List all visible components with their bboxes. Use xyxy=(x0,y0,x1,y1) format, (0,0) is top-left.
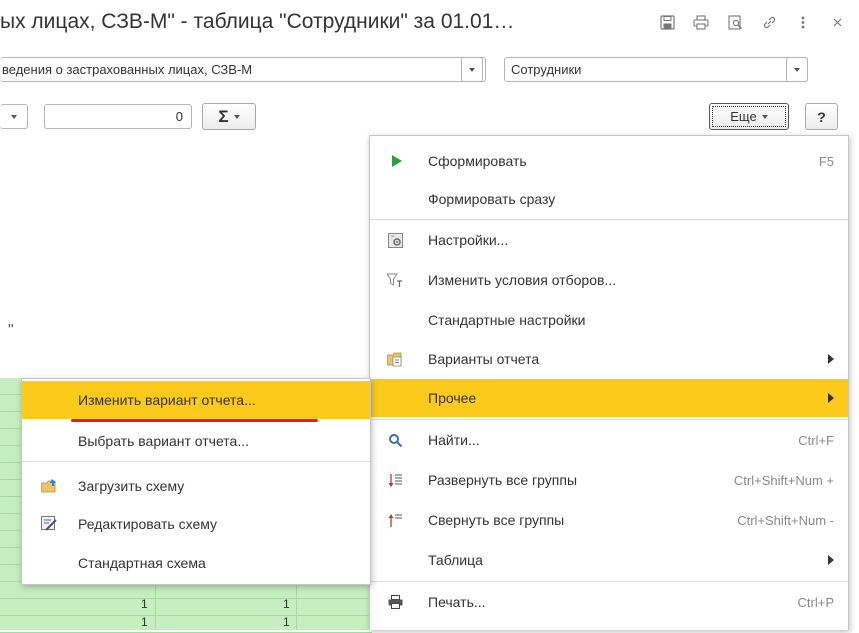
menu-item-label: Выбрать вариант отчета... xyxy=(78,433,249,449)
menu-item-table[interactable]: Таблица xyxy=(370,541,848,579)
other-submenu: Изменить вариант отчета... Выбрать вариа… xyxy=(21,378,371,585)
submenu-item-change-report-variant[interactable]: Изменить вариант отчета... xyxy=(22,381,370,419)
menu-item-expand-all-groups[interactable]: Развернуть все группы Ctrl+Shift+Num + xyxy=(370,461,848,499)
help-button-label: ? xyxy=(817,108,826,125)
collapse-groups-icon xyxy=(387,512,403,528)
menu-item-label: Прочее xyxy=(428,390,477,406)
menu-item-label: Печать... xyxy=(428,594,486,610)
report-select-value: ведения о застрахованных лицах, СЗВ-М xyxy=(2,62,253,77)
variant-select-dropdown-button[interactable] xyxy=(786,57,808,82)
chevron-down-icon xyxy=(10,114,17,119)
variant-select-value: Сотрудники xyxy=(511,62,582,77)
menu-item-label: Варианты отчета xyxy=(428,351,540,367)
number-field[interactable]: 0 xyxy=(44,104,192,129)
submenu-item-edit-schema[interactable]: Редактировать схему xyxy=(22,505,370,543)
grid-cell-value: 1 xyxy=(141,615,148,629)
menu-item-label: Стандартная схема xyxy=(78,555,206,571)
more-button[interactable]: Еще xyxy=(709,103,789,130)
menu-item-edit-filters[interactable]: Изменить условия отборов... xyxy=(370,261,848,299)
filter-icon xyxy=(387,272,403,288)
menu-item-label: Таблица xyxy=(428,552,483,568)
window-title: ых лицах, СЗВ-М" - таблица "Сотрудники" … xyxy=(0,10,515,33)
menu-item-shortcut: F5 xyxy=(818,153,834,169)
menu-item-label: Настройки... xyxy=(428,232,509,248)
menu-item-shortcut: Ctrl+Shift+Num - xyxy=(737,512,834,528)
chevron-down-icon xyxy=(469,67,475,72)
edit-schema-icon xyxy=(41,516,57,532)
print-icon[interactable] xyxy=(691,12,711,32)
menu-item-label: Развернуть все группы xyxy=(428,472,578,488)
stray-quote-text: " xyxy=(8,322,14,339)
search-icon xyxy=(387,432,403,448)
print-icon xyxy=(387,594,403,610)
chevron-right-icon xyxy=(828,393,834,403)
menu-item-other[interactable]: Прочее xyxy=(370,379,848,417)
menu-item-collapse-all-groups[interactable]: Свернуть все группы Ctrl+Shift+Num - xyxy=(370,501,848,539)
left-dropdown-button[interactable] xyxy=(0,104,28,129)
table-row xyxy=(0,616,372,633)
more-button-label: Еще xyxy=(730,109,757,124)
submenu-item-standard-schema[interactable]: Стандартная схема xyxy=(22,544,370,582)
report-variants-icon xyxy=(387,351,403,367)
menu-separator xyxy=(22,461,370,462)
menu-item-report-variants[interactable]: Варианты отчета xyxy=(370,340,848,378)
menu-item-find[interactable]: Найти... Ctrl+F xyxy=(370,421,848,459)
menu-item-shortcut: Ctrl+P xyxy=(797,594,834,610)
sum-button[interactable]: Σ xyxy=(202,103,256,130)
more-vertical-icon[interactable] xyxy=(793,12,813,32)
menu-item-label: Изменить вариант отчета... xyxy=(78,392,256,408)
chevron-down-icon xyxy=(794,67,800,72)
menu-item-generate[interactable]: Сформировать F5 xyxy=(370,142,848,180)
sum-label: Σ xyxy=(218,106,229,126)
close-icon[interactable] xyxy=(827,12,847,32)
variant-select-field[interactable]: Сотрудники xyxy=(504,57,808,82)
menu-item-label: Найти... xyxy=(428,432,480,448)
chevron-right-icon xyxy=(828,354,834,364)
report-select-field[interactable]: ведения о застрахованных лицах, СЗВ-М xyxy=(0,57,486,82)
chevron-down-icon xyxy=(233,114,240,119)
menu-item-label: Изменить условия отборов... xyxy=(428,272,617,288)
save-icon[interactable] xyxy=(657,12,677,32)
play-icon xyxy=(388,153,404,169)
menu-item-label: Стандартные настройки xyxy=(428,312,586,328)
menu-separator xyxy=(370,419,848,420)
menu-item-shortcut: Ctrl+F xyxy=(798,432,834,448)
menu-item-label: Сформировать xyxy=(428,153,527,169)
menu-item-settings[interactable]: Настройки... xyxy=(370,221,848,259)
grid-cell-value: 1 xyxy=(141,597,148,611)
title-icons xyxy=(657,12,847,32)
submenu-item-load-schema[interactable]: Загрузить схему xyxy=(22,467,370,505)
expand-groups-icon xyxy=(387,472,403,488)
link-icon[interactable] xyxy=(759,12,779,32)
settings-icon xyxy=(387,232,403,248)
number-field-value: 0 xyxy=(175,109,183,124)
more-menu: Сформировать F5 Формировать сразу Настро… xyxy=(369,135,849,630)
window-title-bar: ых лицах, СЗВ-М" - таблица "Сотрудники" … xyxy=(0,0,859,46)
menu-item-print[interactable]: Печать... Ctrl+P xyxy=(370,583,848,621)
grid-cell-value: 1 xyxy=(283,615,290,629)
grid-cell-value: 1 xyxy=(283,597,290,611)
help-button[interactable]: ? xyxy=(805,103,838,130)
menu-separator xyxy=(370,581,848,582)
menu-item-shortcut: Ctrl+Shift+Num + xyxy=(733,472,834,488)
menu-item-label: Формировать сразу xyxy=(428,191,556,207)
menu-item-label: Загрузить схему xyxy=(78,478,185,494)
chevron-right-icon xyxy=(828,555,834,565)
menu-item-label: Свернуть все группы xyxy=(428,512,565,528)
submenu-item-choose-report-variant[interactable]: Выбрать вариант отчета... xyxy=(22,422,370,460)
preview-icon[interactable] xyxy=(725,12,745,32)
report-select-dropdown-button[interactable] xyxy=(461,57,483,82)
folder-load-icon xyxy=(41,478,57,494)
table-row xyxy=(0,599,372,616)
menu-item-label: Редактировать схему xyxy=(78,516,218,532)
menu-item-standard-settings[interactable]: Стандартные настройки xyxy=(370,301,848,339)
chevron-down-icon xyxy=(761,114,768,119)
menu-item-generate-immediately[interactable]: Формировать сразу xyxy=(370,180,848,218)
menu-separator xyxy=(370,219,848,220)
